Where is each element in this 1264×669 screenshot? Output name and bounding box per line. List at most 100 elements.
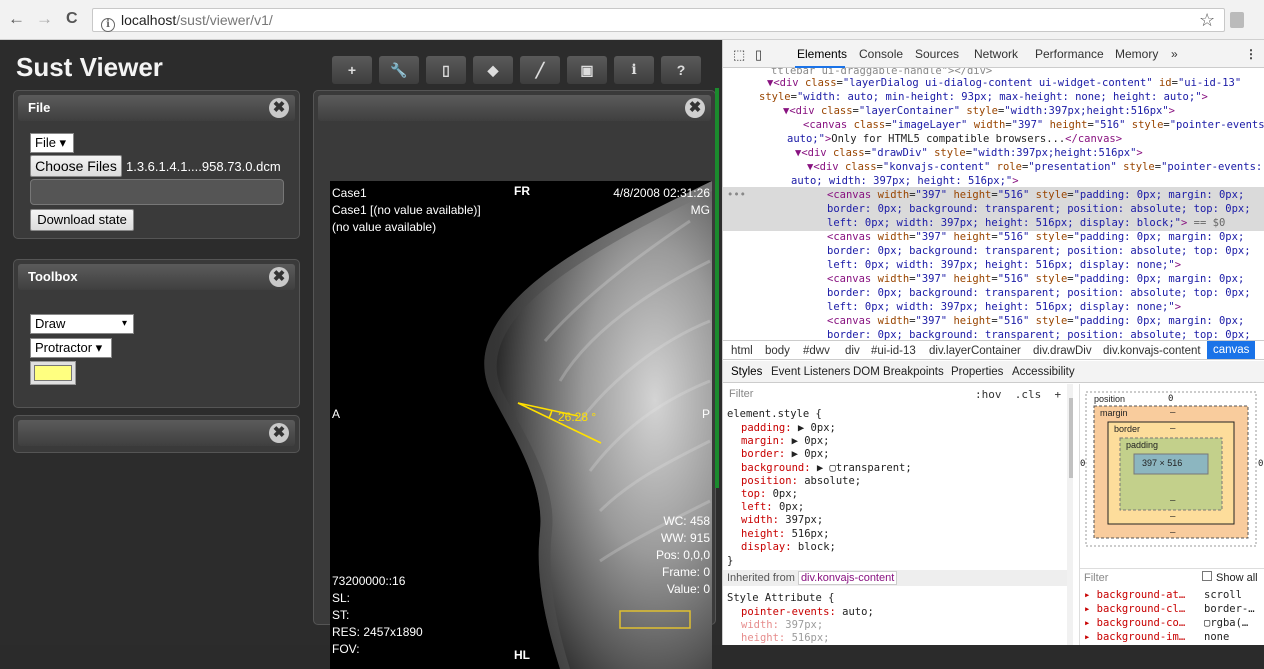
- tab-memory[interactable]: Memory: [1115, 47, 1158, 61]
- tab-properties[interactable]: Properties: [951, 361, 1003, 383]
- pencil-icon[interactable]: ╱: [520, 56, 560, 84]
- css-property-value: 516px;: [791, 632, 830, 645]
- css-property[interactable]: display: block;: [741, 541, 912, 554]
- css-property[interactable]: padding: ▶ 0px;: [741, 422, 912, 435]
- info-icon[interactable]: i: [614, 56, 654, 84]
- inspect-icon[interactable]: ⬚: [733, 47, 745, 63]
- tab-dom-breakpoints[interactable]: DOM Breakpoints: [853, 361, 944, 383]
- css-property-value: absolute;: [804, 474, 862, 487]
- inherited-selector[interactable]: div.konvajs-content: [797, 571, 898, 585]
- computed-property-name: ▸ background-cl…: [1084, 603, 1186, 615]
- css-property[interactable]: left: 0px;: [741, 501, 912, 514]
- css-property[interactable]: pointer-events: auto;: [741, 606, 874, 619]
- css-property[interactable]: width: 397px;: [741, 514, 912, 527]
- wrench-icon[interactable]: 🔧: [379, 56, 419, 84]
- tag-icon[interactable]: ◆: [473, 56, 513, 84]
- tab-performance[interactable]: Performance: [1035, 47, 1104, 61]
- breadcrumb-item[interactable]: html: [731, 342, 753, 360]
- add-button[interactable]: +: [332, 56, 372, 84]
- css-property[interactable]: position: absolute;: [741, 475, 912, 488]
- css-property[interactable]: border: ▶ 0px;: [741, 448, 912, 461]
- css-property[interactable]: background: ▶ ▢transparent;: [741, 462, 912, 475]
- position-right-value: 0: [1258, 459, 1264, 469]
- url-path: /sust/viewer/v1/: [176, 12, 273, 28]
- show-all-checkbox[interactable]: [1202, 571, 1212, 581]
- dom-tree[interactable]: ttlebar ui-draggable-handle"></div> ▼<di…: [723, 68, 1264, 340]
- color-picker[interactable]: [30, 361, 76, 385]
- breadcrumb-item[interactable]: #ui-id-13: [871, 342, 916, 360]
- css-property[interactable]: margin: ▶ 0px;: [741, 435, 912, 448]
- element-style-rules[interactable]: padding: ▶ 0px; margin: ▶ 0px; border: ▶ 0…: [741, 422, 912, 554]
- back-arrow-icon[interactable]: ←: [8, 9, 25, 29]
- styles-subtabs: Styles Event Listeners DOM Breakpoints P…: [723, 361, 1264, 383]
- chevron-down-icon: ▾: [121, 318, 127, 329]
- computed-property[interactable]: ▸ background-co… ▢rgba(…: [1084, 616, 1264, 630]
- empty-panel: ✖: [13, 415, 300, 453]
- border-top-value: –: [1170, 424, 1176, 434]
- tab-elements[interactable]: Elements: [797, 47, 847, 61]
- computed-styles-list[interactable]: ▸ background-at… scroll ▸ background-cl… bo…: [1084, 588, 1264, 644]
- styles-filter-input[interactable]: Filter: [729, 388, 753, 400]
- tab-event-listeners[interactable]: Event Listeners: [771, 361, 850, 383]
- breadcrumb-item[interactable]: div.drawDiv: [1033, 342, 1092, 360]
- css-property[interactable]: height: 516px;: [741, 632, 874, 645]
- tab-styles[interactable]: Styles: [731, 361, 762, 383]
- close-icon[interactable]: ✖: [269, 267, 289, 287]
- computed-property-value: ▢rgba(…: [1204, 617, 1249, 629]
- draw-select[interactable]: Draw ▾: [30, 314, 134, 334]
- image-icon[interactable]: ▣: [567, 56, 607, 84]
- overlay-top-center: FR: [514, 184, 530, 198]
- css-property[interactable]: width: 397px;: [741, 619, 874, 632]
- download-state-button[interactable]: Download state: [30, 209, 134, 231]
- overlay-line: Pos: 0,0,0: [655, 548, 710, 562]
- breadcrumb-item[interactable]: div: [845, 342, 860, 360]
- more-tabs-icon[interactable]: »: [1171, 47, 1178, 61]
- css-property[interactable]: height: 516px;: [741, 528, 912, 541]
- clipboard-icon[interactable]: ▯: [426, 56, 466, 84]
- computed-property-value: none: [1204, 631, 1230, 643]
- computed-filter-input[interactable]: Filter: [1084, 572, 1108, 584]
- overlay-line: Frame: 0: [661, 565, 710, 579]
- overlay-line: Case1 [(no value available)]: [332, 203, 481, 217]
- reload-icon[interactable]: C: [66, 9, 78, 29]
- file-select[interactable]: File ▾: [30, 133, 74, 153]
- style-attribute-rules[interactable]: pointer-events: auto; width: 397px; height…: [741, 606, 874, 645]
- file-panel-header: File ✖: [18, 95, 295, 121]
- hov-cls-toggles[interactable]: :hov .cls +: [975, 388, 1061, 401]
- file-panel-title: File: [28, 100, 51, 115]
- tab-sources[interactable]: Sources: [915, 47, 959, 61]
- computed-property[interactable]: ▸ background-at… scroll: [1084, 588, 1264, 602]
- breadcrumb-item[interactable]: #dwv: [803, 342, 830, 360]
- close-icon[interactable]: ✖: [269, 98, 289, 118]
- breadcrumb-item[interactable]: div.konvajs-content: [1103, 342, 1201, 360]
- position-value: 0: [1168, 394, 1174, 404]
- breadcrumb-item[interactable]: div.layerContainer: [929, 342, 1021, 360]
- tab-console[interactable]: Console: [859, 47, 903, 61]
- kebab-menu-icon[interactable]: ⋮: [1245, 47, 1257, 61]
- forward-arrow-icon[interactable]: →: [36, 9, 53, 29]
- computed-property[interactable]: ▸ background-im… none: [1084, 630, 1264, 644]
- site-info-icon[interactable]: i: [101, 18, 115, 32]
- scrollbar-thumb[interactable]: [1069, 398, 1073, 478]
- breadcrumb-item-active[interactable]: canvas: [1207, 341, 1256, 359]
- breadcrumb-item[interactable]: body: [765, 342, 790, 360]
- help-icon[interactable]: ?: [661, 56, 701, 84]
- tab-network[interactable]: Network: [974, 47, 1018, 61]
- choose-files-button[interactable]: Choose Files: [30, 155, 122, 177]
- scrollbar[interactable]: [1067, 384, 1073, 645]
- shape-select[interactable]: Protractor ▾: [30, 338, 112, 358]
- image-canvas[interactable]: Case1 Case1 [(no value available)] (no v…: [330, 181, 712, 669]
- bookmark-star-icon[interactable]: ☆: [1199, 10, 1215, 31]
- tab-accessibility[interactable]: Accessibility: [1012, 361, 1075, 383]
- css-property[interactable]: top: 0px;: [741, 488, 912, 501]
- draw-select-value: Draw: [35, 316, 66, 331]
- viewer-panel-header: ✖: [318, 95, 711, 121]
- close-icon[interactable]: ✖: [685, 98, 705, 118]
- margin-bottom-value: –: [1170, 528, 1176, 538]
- close-icon[interactable]: ✖: [269, 423, 289, 443]
- extension-icon[interactable]: [1230, 12, 1244, 28]
- css-property-name: left:: [741, 501, 779, 514]
- computed-property[interactable]: ▸ background-cl… border-…: [1084, 602, 1264, 616]
- device-toolbar-icon[interactable]: ▯: [755, 47, 762, 63]
- address-bar[interactable]: i localhost/sust/viewer/v1/: [92, 8, 1225, 32]
